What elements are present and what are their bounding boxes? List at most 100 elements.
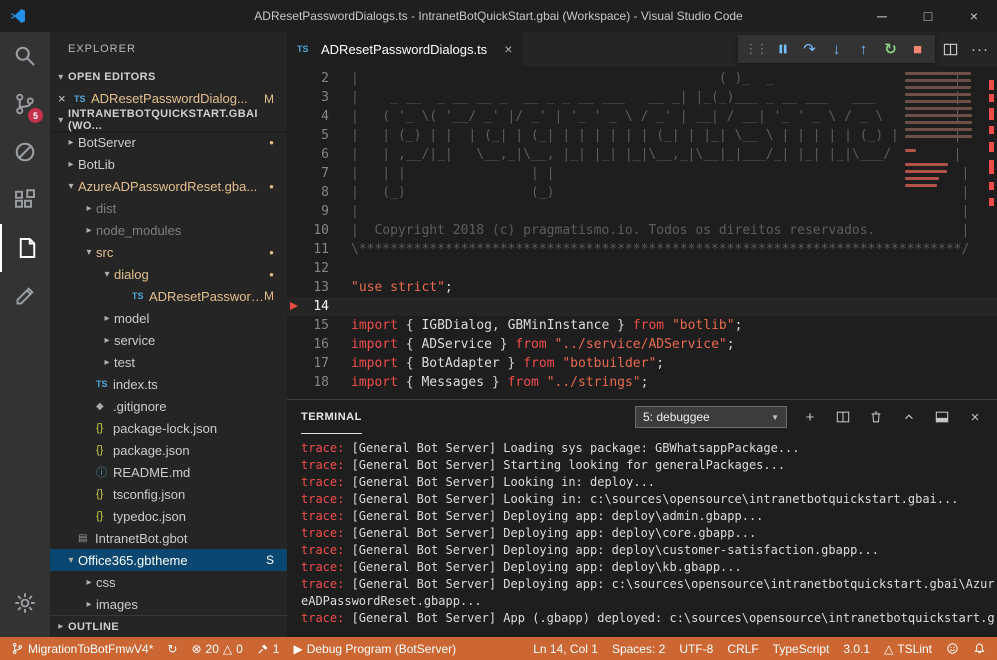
eol-button[interactable]: CRLF [720,637,765,660]
running-tasks-button[interactable]: 1 [250,637,287,660]
glyph-margin[interactable] [287,221,303,240]
tree-item-model[interactable]: ▸model [50,307,287,329]
glyph-margin[interactable] [287,88,303,107]
close-panel-button[interactable]: × [965,409,985,426]
debug-current-statement-arrow-icon[interactable] [287,297,303,316]
code-line-16[interactable]: 16import { ADService } from "../service/… [287,335,997,354]
code-line-2[interactable]: 2| ( )_ _ | [287,69,997,88]
code-line-15[interactable]: 15import { IGBDialog, GBMinInstance } fr… [287,316,997,335]
tree-item-typedoc-json[interactable]: {}typedoc.json [50,505,287,527]
step-over-button[interactable]: ↷ [796,35,823,63]
minimize-button[interactable]: ─ [859,0,905,32]
glyph-margin[interactable] [287,240,303,259]
glyph-margin[interactable] [287,145,303,164]
debug-launch-button[interactable]: ▶ Debug Program (BotServer) [286,637,463,660]
settings-button[interactable] [0,579,50,627]
notifications-button[interactable] [966,637,993,660]
tree-item-botserver[interactable]: ▸BotServer● [50,131,287,153]
activity-source-control[interactable]: 5 [0,80,50,128]
code-line-14[interactable]: 14 [287,297,997,316]
chevron-right-icon[interactable]: ▸ [82,203,96,214]
tree-item-src[interactable]: ▾src● [50,241,287,263]
activity-explorer[interactable] [0,224,50,272]
chevron-right-icon[interactable]: ▸ [64,159,78,170]
sync-button[interactable]: ↻ [160,637,184,660]
tree-item-intranetbot-gbot[interactable]: ▤IntranetBot.gbot [50,527,287,549]
tree-item-adresetpassworddial[interactable]: TSADResetPasswordDial...M [50,285,287,307]
step-out-button[interactable]: ↑ [850,35,877,63]
code-line-4[interactable]: 4| ( '_ \( '__/ _' |/ _' | '_ ' _ \ / _'… [287,107,997,126]
minimap[interactable] [905,72,981,191]
code-line-7[interactable]: 7| | | | | | [287,164,997,183]
tree-item-node-modules[interactable]: ▸node_modules [50,219,287,241]
chevron-right-icon[interactable]: ▸ [82,577,96,588]
tree-item-css[interactable]: ▸css [50,571,287,593]
language-mode-button[interactable]: TypeScript [766,637,837,660]
maximize-panel-button[interactable] [899,410,919,424]
encoding-button[interactable]: UTF-8 [672,637,720,660]
terminal-select[interactable]: 5: debuggee ▼ [635,406,787,428]
chevron-down-icon[interactable]: ▾ [64,555,78,566]
tree-item-images[interactable]: ▸images [50,593,287,615]
tree-item-dist[interactable]: ▸dist [50,197,287,219]
tab-terminal[interactable]: TERMINAL [301,400,362,434]
tree-item-index-ts[interactable]: TSindex.ts [50,373,287,395]
glyph-margin[interactable] [287,69,303,88]
glyph-margin[interactable] [287,259,303,278]
open-editor-item[interactable]: × TS ADResetPasswordDialog... M [50,88,287,109]
tree-item-office365-gbtheme[interactable]: ▾Office365.gbthemeS [50,549,287,571]
chevron-down-icon[interactable]: ▾ [82,247,96,258]
code-line-17[interactable]: 17import { BotAdapter } from "botbuilder… [287,354,997,373]
maximize-button[interactable]: □ [905,0,951,32]
tree-item-gitignore[interactable]: ◆.gitignore [50,395,287,417]
cursor-position-button[interactable]: Ln 14, Col 1 [526,637,605,660]
drag-handle-icon[interactable]: ⋮⋮ [742,35,769,63]
code-line-13[interactable]: 13"use strict"; [287,278,997,297]
terminal-output[interactable]: trace: [General Bot Server] Loading sys … [287,434,997,633]
tree-item-tsconfig-json[interactable]: {}tsconfig.json [50,483,287,505]
typescript-version-button[interactable]: 3.0.1 [836,637,877,660]
tree-item-package-lock-json[interactable]: {}package-lock.json [50,417,287,439]
code-line-12[interactable]: 12 [287,259,997,278]
chevron-down-icon[interactable]: ▾ [100,269,114,280]
chevron-right-icon[interactable]: ▸ [100,357,114,368]
open-editors-header[interactable]: ▾ OPEN EDITORS [50,66,287,88]
chevron-down-icon[interactable]: ▾ [64,181,78,192]
new-terminal-button[interactable]: + [800,409,820,426]
glyph-margin[interactable] [287,107,303,126]
activity-debug[interactable] [0,128,50,176]
activity-extensions[interactable] [0,176,50,224]
stop-button[interactable]: ■ [904,35,931,63]
glyph-margin[interactable] [287,126,303,145]
glyph-margin[interactable] [287,202,303,221]
activity-edit[interactable] [0,272,50,320]
code-editor[interactable]: 2| ( )_ _ |3| _ __ _ __ __ _ __ _ _ __ _… [287,66,997,399]
tree-item-botlib[interactable]: ▸BotLib [50,153,287,175]
chevron-right-icon[interactable]: ▸ [100,335,114,346]
activity-search[interactable] [0,32,50,80]
chevron-right-icon[interactable]: ▸ [82,225,96,236]
close-tab-icon[interactable]: × [504,41,512,57]
pause-button[interactable] [769,35,796,63]
chevron-right-icon[interactable]: ▸ [82,599,96,610]
split-editor-button[interactable] [943,42,958,57]
glyph-margin[interactable] [287,316,303,335]
glyph-margin[interactable] [287,354,303,373]
code-line-8[interactable]: 8| (_) (_) | [287,183,997,202]
close-icon[interactable]: × [58,91,74,106]
tslint-button[interactable]: △ TSLint [877,637,939,660]
glyph-margin[interactable] [287,373,303,392]
tab-adresetpassworddialogs[interactable]: TS ADResetPasswordDialogs.ts × [287,32,522,66]
code-line-3[interactable]: 3| _ __ _ __ __ _ __ _ _ __ ___ __ _| |_… [287,88,997,107]
glyph-margin[interactable] [287,183,303,202]
feedback-button[interactable] [939,637,966,660]
code-line-11[interactable]: 11\*************************************… [287,240,997,259]
step-into-button[interactable]: ↓ [823,35,850,63]
glyph-margin[interactable] [287,335,303,354]
tree-item-test[interactable]: ▸test [50,351,287,373]
chevron-right-icon[interactable]: ▸ [100,313,114,324]
tree-item-readme-md[interactable]: ⓘREADME.md [50,461,287,483]
workspace-section-header[interactable]: ▾ INTRANETBOTQUICKSTART.GBAI (WO... [50,109,287,131]
outline-section-header[interactable]: ▸ OUTLINE [50,615,287,637]
code-line-6[interactable]: 6| | ,__/|_| \__,_|\__, |_| |_| |_|\__,_… [287,145,997,164]
